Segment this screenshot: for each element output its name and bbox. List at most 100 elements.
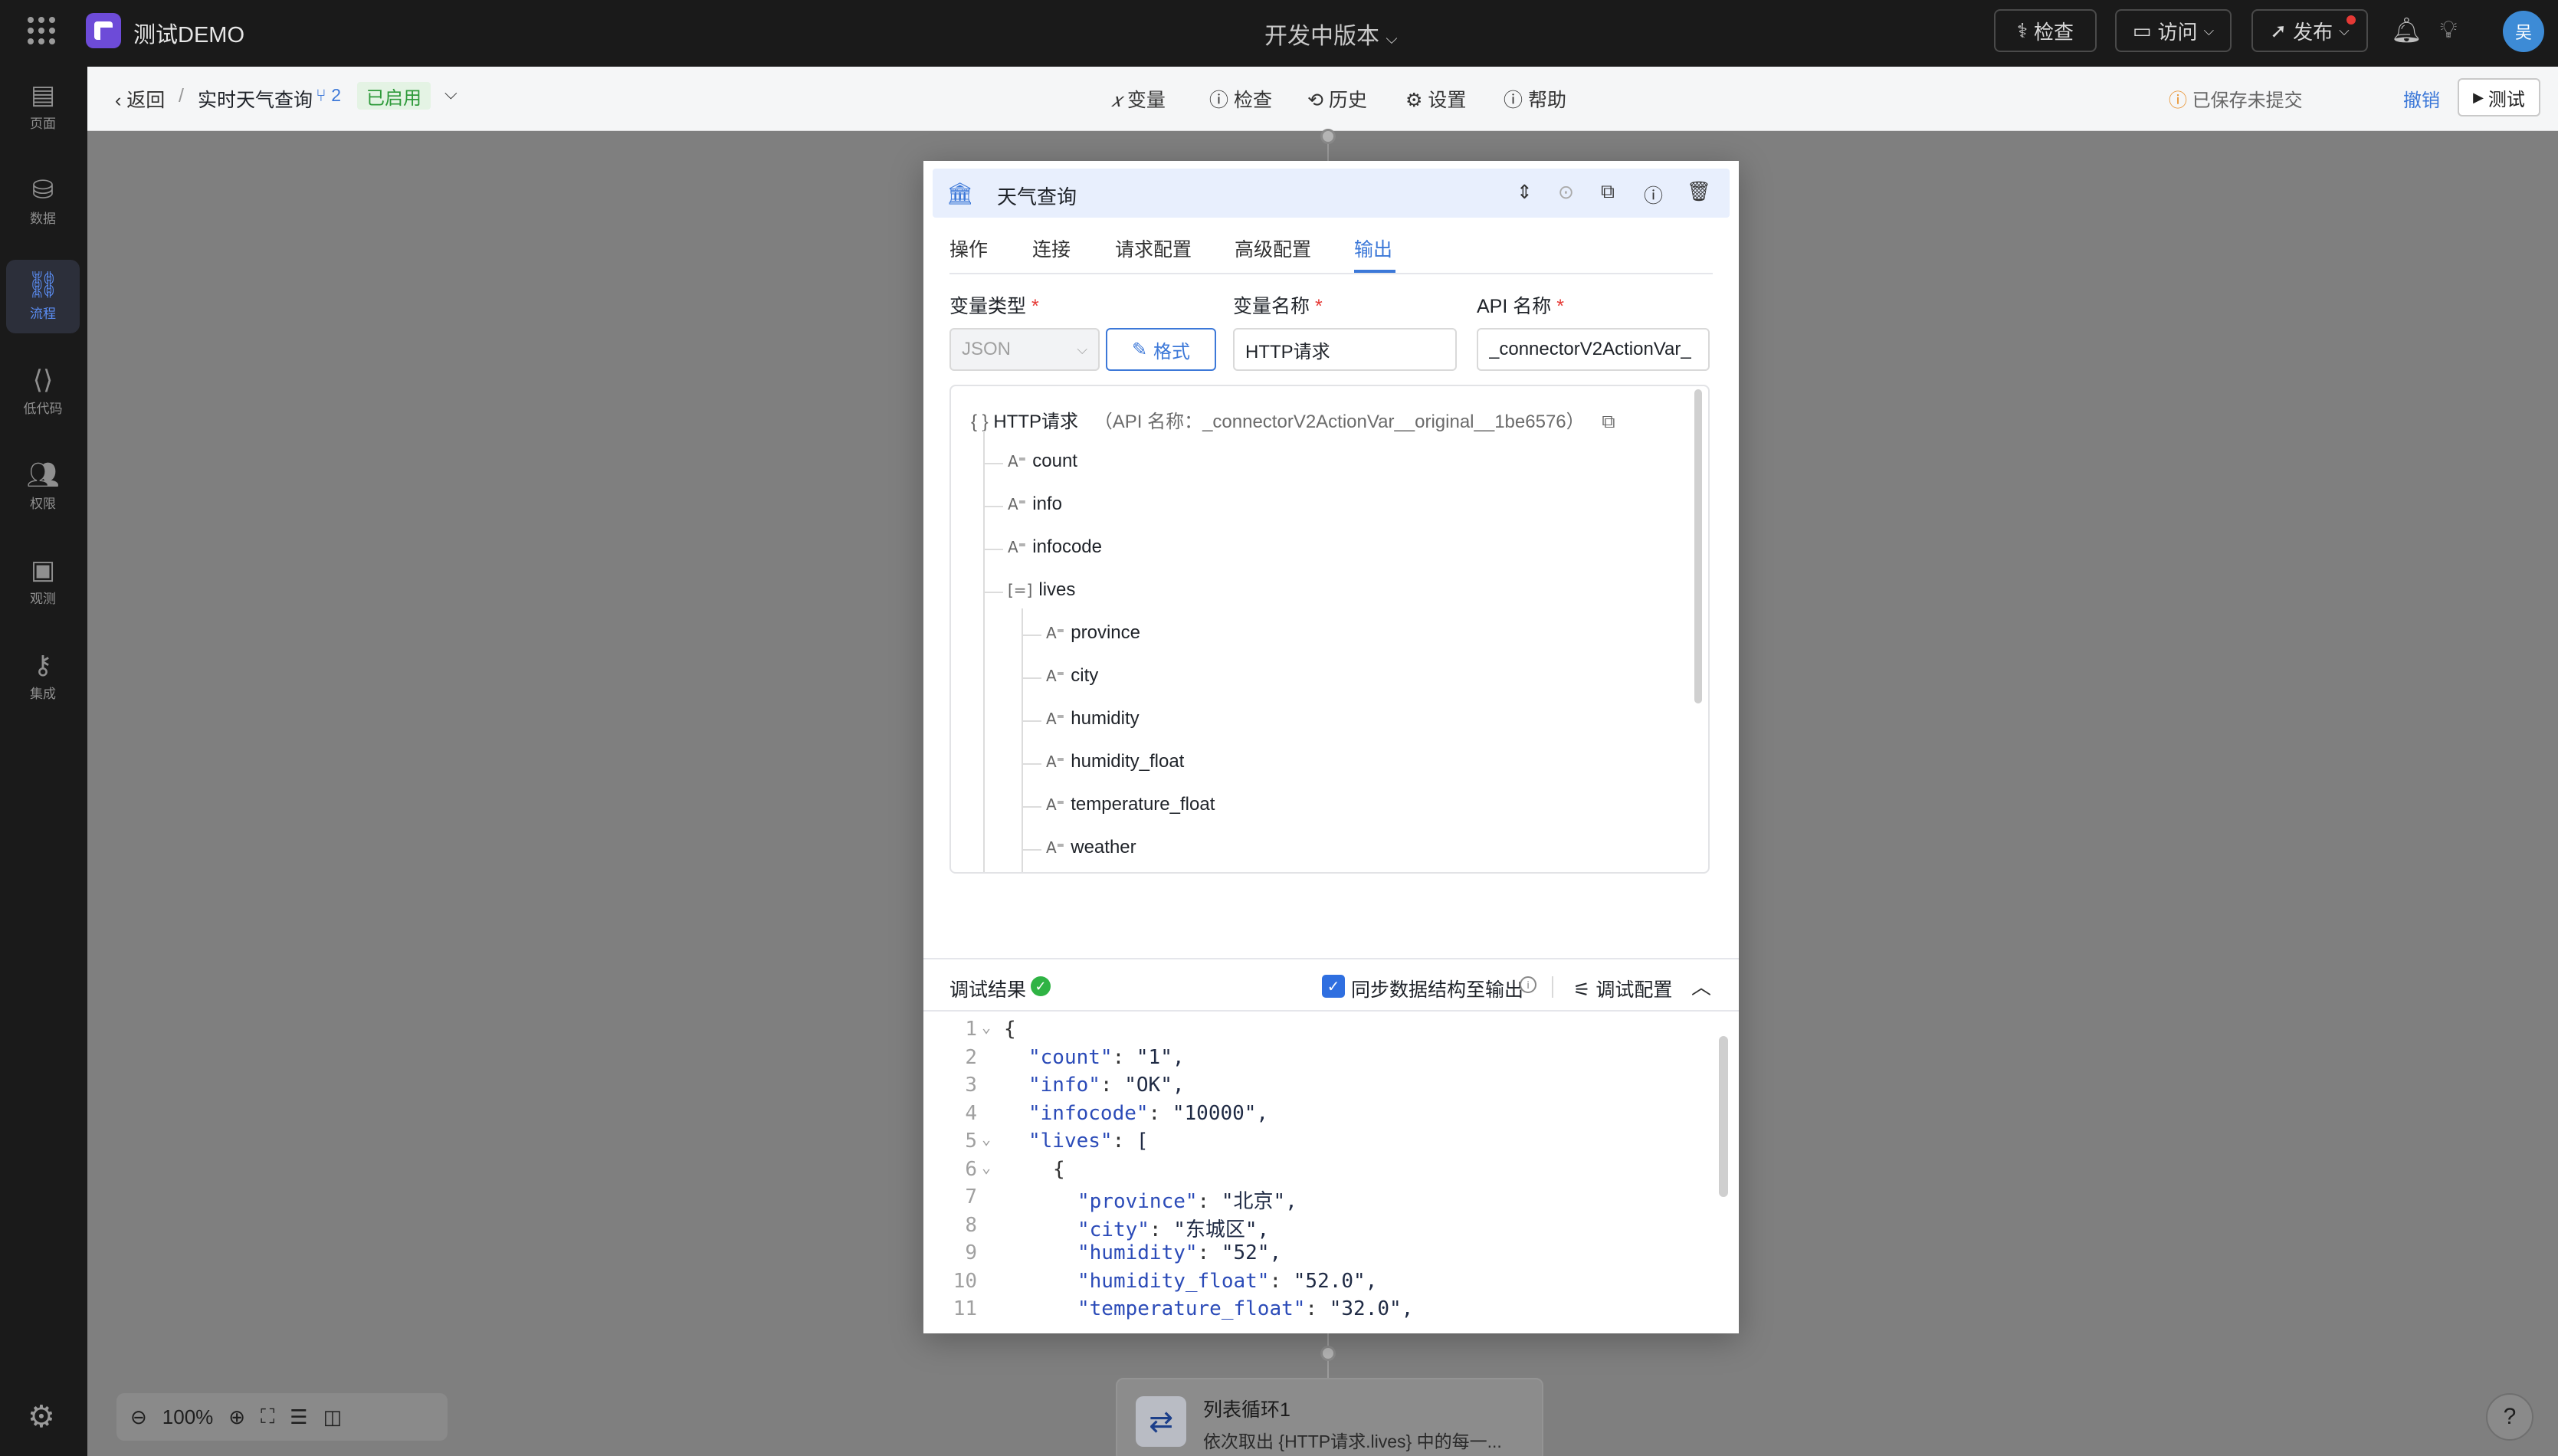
code-text: "count": "1", <box>1028 1046 1185 1069</box>
help-fab-icon[interactable]: ? <box>2486 1393 2533 1441</box>
flow-version[interactable]: ⑂ 2 <box>316 85 341 106</box>
help-icon[interactable]: ⓘ <box>1644 181 1663 208</box>
tree-scrollbar[interactable] <box>1694 389 1702 703</box>
sidebar-item-permission[interactable]: 👥︎ 权限 <box>6 450 80 523</box>
send-icon: ➚ <box>2270 18 2287 42</box>
tree-line <box>1022 806 1041 808</box>
line-number: 4 <box>965 1101 977 1125</box>
app-name[interactable]: 测试DEMO <box>133 17 244 49</box>
json-colon: : <box>1100 1074 1125 1097</box>
bell-icon[interactable]: 🔔︎ <box>2391 15 2422 44</box>
tab-connection[interactable]: 连接 <box>1032 234 1071 262</box>
apps-grid-icon[interactable] <box>28 17 55 44</box>
tree-node-humidity[interactable]: A⁼ humidity <box>1046 708 1140 730</box>
info-icon[interactable]: i <box>1520 976 1536 993</box>
json-colon: : <box>1112 1130 1136 1153</box>
debug-title: 调试结果 <box>949 979 1027 1001</box>
tree-node-label: count <box>1032 451 1077 471</box>
fit-view-icon[interactable]: ⛶ <box>261 1405 274 1429</box>
tab-advanced-config[interactable]: 高级配置 <box>1235 234 1311 262</box>
tree-node-count[interactable]: A⁼ count <box>1008 451 1077 472</box>
sidebar-item-integration[interactable]: ⚷ 集成 <box>6 640 80 713</box>
sync-checkbox[interactable]: ✓ <box>1322 975 1345 998</box>
sidebar-item-lowcode[interactable]: ⟨⟩ 低代码 <box>6 355 80 428</box>
version-label: 开发中版本 <box>1264 24 1379 49</box>
loop-node-card[interactable]: ⇄ 列表循环1 依次取出 {HTTP请求.lives} 中的每一... <box>1116 1378 1543 1456</box>
zoom-in-icon[interactable]: ⊕ <box>228 1405 245 1429</box>
tree-line <box>1022 608 1023 872</box>
warning-icon: ⓘ <box>2169 90 2187 111</box>
sidebar-item-flow[interactable]: ⛓ 流程 <box>6 260 80 333</box>
sidebar-item-page[interactable]: ▤ 页面 <box>6 70 80 143</box>
run-icon[interactable]: ⊙ <box>1558 181 1574 204</box>
variables-button[interactable]: 𝑥 变量 <box>1111 85 1166 113</box>
flow-connector-dot[interactable] <box>1320 129 1336 144</box>
fold-chevron-icon[interactable]: ⌄ <box>982 1018 991 1036</box>
version-selector[interactable]: 开发中版本 ⌵ <box>1264 17 1398 51</box>
delete-icon[interactable]: 🗑︎ <box>1687 181 1711 203</box>
tree-node-lives[interactable]: [=] lives <box>1008 579 1075 601</box>
json-value: "52.0", <box>1293 1269 1378 1293</box>
settings-label: 设置 <box>1428 90 1467 111</box>
chevron-down-icon[interactable]: ⌵ <box>444 84 457 103</box>
tree-root[interactable]: { } HTTP请求 （API 名称：_connectorV2ActionVar… <box>971 406 1615 433</box>
sidebar-item-observe[interactable]: ▣ 观测 <box>6 545 80 618</box>
tree-node-weather[interactable]: A⁼ weather <box>1046 837 1136 858</box>
settings-button[interactable]: ⚙ 设置 <box>1405 85 1466 113</box>
code-line: 8 "city": "东城区", <box>923 1214 1690 1241</box>
debug-json-viewer[interactable]: 1 ⌄ {2 "count": "1", 3 "info": "OK", 4 "infocod… <box>923 1013 1739 1333</box>
avatar[interactable]: 吴 <box>2503 11 2544 52</box>
help-button[interactable]: ⓘ 帮助 <box>1504 85 1566 113</box>
tab-request-config[interactable]: 请求配置 <box>1115 234 1192 262</box>
tree-line <box>1022 677 1041 679</box>
collapse-icon[interactable]: ⇕ <box>1517 181 1533 204</box>
monitor-icon: ▭ <box>2132 18 2152 42</box>
line-number: 8 <box>965 1213 977 1237</box>
tree-node-humidity-float[interactable]: A⁼ humidity_float <box>1046 751 1184 772</box>
back-button[interactable]: ‹ 返回 <box>115 85 165 113</box>
publish-button[interactable]: ➚ 发布 ⌵ <box>2251 9 2368 52</box>
json-value: "52", <box>1221 1241 1282 1264</box>
loop-node-desc: 依次取出 {HTTP请求.lives} 中的每一... <box>1203 1431 1502 1451</box>
var-name-input[interactable] <box>1233 328 1457 371</box>
chevron-up-icon[interactable]: ︿ <box>1691 972 1711 1000</box>
test-button[interactable]: ▶ 测试 <box>2458 78 2540 116</box>
tree-node-info[interactable]: A⁼ info <box>1008 494 1062 515</box>
zoom-level: 100% <box>162 1405 214 1428</box>
info-icon: ⓘ <box>1209 90 1229 111</box>
fold-chevron-icon[interactable]: ⌄ <box>982 1158 991 1176</box>
history-button[interactable]: ⟲ 历史 <box>1307 85 1367 113</box>
flow-name[interactable]: 实时天气查询 <box>198 85 313 113</box>
lightbulb-icon[interactable]: 💡︎ <box>2440 15 2457 44</box>
flow-header: ‹ 返回 / 实时天气查询 ⑂ 2 已启用 ⌵ 𝑥 变量 ⓘ 检查 ⟲ 历史 ⚙… <box>87 67 2558 131</box>
layout-icon[interactable]: ☰ <box>290 1405 307 1429</box>
debug-config-button[interactable]: ⚟ 调试配置 <box>1573 975 1672 1002</box>
settings-gear-icon[interactable]: ⚙ <box>28 1399 55 1435</box>
revoke-link[interactable]: 撤销 <box>2403 85 2440 112</box>
tree-node-city[interactable]: A⁼ city <box>1046 665 1098 687</box>
minimap-icon[interactable]: ◫ <box>323 1405 343 1429</box>
visit-button[interactable]: ▭ 访问 ⌵ <box>2115 9 2232 52</box>
inspect-button[interactable]: ⚕ 检查 <box>1994 9 2097 52</box>
flow-connector-dot[interactable] <box>1320 1346 1336 1361</box>
publish-label: 发布 <box>2293 20 2333 44</box>
format-button[interactable]: ✎ 格式 <box>1106 328 1216 371</box>
tab-operation[interactable]: 操作 <box>949 234 988 262</box>
tab-output[interactable]: 输出 <box>1354 234 1392 262</box>
sync-label[interactable]: 同步数据结构至输出 <box>1351 975 1523 1002</box>
tree-node-infocode[interactable]: A⁼ infocode <box>1008 536 1102 558</box>
copy-icon[interactable]: ⧉ <box>1602 412 1615 432</box>
copy-icon[interactable]: ⧉ <box>1601 181 1615 203</box>
sidebar-item-data[interactable]: ⛁ 数据 <box>6 165 80 238</box>
help-icon: ⓘ <box>1504 90 1523 111</box>
line-number: 5 <box>965 1130 977 1153</box>
api-name-input[interactable] <box>1477 328 1710 371</box>
var-type-select[interactable]: JSON ⌵ <box>949 328 1100 371</box>
back-label: 返回 <box>126 90 166 111</box>
zoom-out-icon[interactable]: ⊖ <box>130 1405 147 1429</box>
tree-node-province[interactable]: A⁼ province <box>1046 622 1140 644</box>
fold-chevron-icon[interactable]: ⌄ <box>982 1130 991 1148</box>
code-scrollbar[interactable] <box>1719 1036 1728 1197</box>
tree-node-temperature-float[interactable]: A⁼ temperature_float <box>1046 794 1215 815</box>
check-button[interactable]: ⓘ 检查 <box>1209 85 1272 113</box>
